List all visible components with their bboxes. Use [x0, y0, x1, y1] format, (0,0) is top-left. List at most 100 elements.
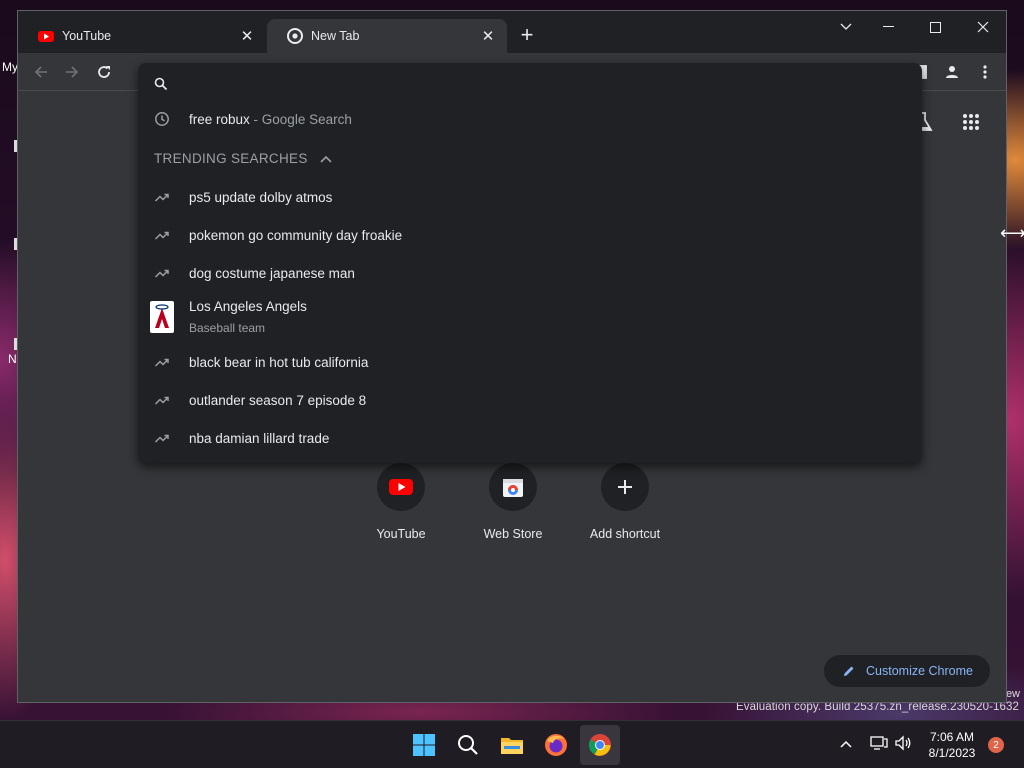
- trending-suggestion[interactable]: outlander season 7 episode 8: [138, 390, 922, 410]
- windows-logo-icon: [413, 734, 435, 756]
- trending-up-icon: [154, 396, 169, 405]
- omnibox-dropdown: free robux - Google Search TRENDING SEAR…: [138, 63, 922, 463]
- suggestion-text: ps5 update dolby atmos: [189, 189, 333, 205]
- resize-cursor-icon: ⟷: [1000, 223, 1024, 243]
- chrome-taskbar-button[interactable]: [580, 725, 620, 765]
- desktop-corner-text: ew: [1005, 688, 1020, 700]
- shortcut-label: Web Store: [483, 527, 543, 541]
- trending-suggestion[interactable]: ps5 update dolby atmos: [138, 187, 922, 207]
- forward-button[interactable]: [61, 61, 83, 83]
- shortcut-add[interactable]: Add shortcut: [570, 463, 680, 541]
- search-icon: [154, 77, 168, 91]
- firefox-icon: [545, 734, 567, 756]
- trending-suggestion[interactable]: pokemon go community day froakie: [138, 225, 922, 245]
- shortcut-tile: [377, 463, 425, 511]
- volume-icon[interactable]: [894, 735, 912, 756]
- shortcut-youtube[interactable]: YouTube: [346, 463, 456, 541]
- close-icon[interactable]: ✕: [238, 27, 256, 45]
- minimize-icon: [882, 26, 894, 27]
- trending-suggestion-entity[interactable]: Los Angeles Angels Baseball team: [138, 299, 922, 335]
- trending-suggestion[interactable]: black bear in hot tub california: [138, 352, 922, 372]
- show-hidden-icons-button[interactable]: [840, 735, 852, 753]
- shortcut-web-store[interactable]: Web Store: [458, 463, 568, 541]
- tab-new-tab[interactable]: New Tab ✕: [267, 19, 507, 53]
- apps-grid-icon[interactable]: [962, 113, 980, 136]
- back-arrow-icon: [34, 66, 47, 78]
- firefox-button[interactable]: [542, 731, 570, 759]
- clock-time: 7:06 AM: [929, 730, 975, 744]
- youtube-icon: [38, 31, 54, 42]
- trending-up-icon: [154, 193, 169, 202]
- tab-search-button[interactable]: [826, 15, 866, 39]
- profile-button[interactable]: [941, 61, 963, 83]
- angels-logo-icon: [150, 301, 174, 333]
- close-window-button[interactable]: [963, 15, 1003, 39]
- history-clock-icon: [155, 112, 169, 126]
- omnibox-input[interactable]: [180, 76, 880, 92]
- close-icon: [977, 21, 989, 33]
- shortcut-label: YouTube: [376, 527, 426, 541]
- search-icon: [458, 735, 478, 755]
- shortcut-tile: [601, 463, 649, 511]
- profile-icon: [946, 66, 958, 78]
- suggestion-text: black bear in hot tub california: [189, 354, 369, 370]
- clock-date: 8/1/2023: [928, 746, 976, 760]
- tab-title: YouTube: [62, 29, 112, 43]
- taskbar-clock[interactable]: 7:06 AM 8/1/2023: [920, 729, 984, 761]
- tab-youtube[interactable]: YouTube ✕: [18, 19, 266, 53]
- network-icon[interactable]: [870, 735, 888, 756]
- suggestion-text: free robux: [189, 111, 250, 127]
- pencil-icon: [844, 666, 854, 676]
- search-button[interactable]: [454, 731, 482, 759]
- youtube-icon: [389, 479, 413, 495]
- forward-arrow-icon: [66, 66, 79, 78]
- desktop-icon-label[interactable]: My: [2, 60, 18, 74]
- tab-strip: YouTube ✕ New Tab ✕ +: [18, 11, 1006, 53]
- suggestion-text: Los Angeles Angels: [189, 299, 307, 314]
- trending-header-label: TRENDING SEARCHES: [154, 151, 308, 166]
- suggestion-suffix: - Google Search: [249, 111, 352, 127]
- folder-icon: [501, 738, 523, 754]
- shortcut-tile: [489, 463, 537, 511]
- close-icon[interactable]: ✕: [479, 27, 497, 45]
- start-button[interactable]: [410, 731, 438, 759]
- trending-up-icon: [154, 269, 169, 278]
- trending-up-icon: [154, 358, 169, 367]
- shortcut-label: Add shortcut: [589, 527, 661, 541]
- plus-icon: [618, 480, 632, 494]
- web-store-icon: [503, 479, 523, 497]
- chrome-window: YouTube ✕ New Tab ✕ + YouTube Web Store …: [17, 10, 1007, 703]
- trending-up-icon: [154, 434, 169, 443]
- chevron-down-icon: [840, 23, 852, 30]
- desktop-icon-label[interactable]: N: [8, 352, 17, 366]
- suggestion-subtitle: Baseball team: [189, 321, 266, 335]
- back-button[interactable]: [30, 61, 52, 83]
- trending-searches-header[interactable]: TRENDING SEARCHES: [154, 151, 332, 166]
- new-tab-button[interactable]: +: [516, 24, 538, 47]
- minimize-button[interactable]: [868, 15, 908, 39]
- trending-suggestion[interactable]: dog costume japanese man: [138, 263, 922, 283]
- trending-suggestion[interactable]: nba damian lillard trade: [138, 428, 922, 448]
- suggestion-text: outlander season 7 episode 8: [189, 392, 367, 408]
- suggestion-text: pokemon go community day froakie: [189, 227, 403, 243]
- chrome-icon: [589, 734, 611, 756]
- chevron-up-icon: [840, 740, 852, 748]
- omnibox[interactable]: [154, 73, 914, 95]
- kebab-menu-icon: [983, 65, 987, 79]
- chrome-icon: [287, 28, 303, 44]
- trending-up-icon: [154, 231, 169, 240]
- chevron-up-icon[interactable]: [320, 155, 332, 163]
- suggestion-text: dog costume japanese man: [189, 265, 355, 281]
- notification-badge[interactable]: 2: [988, 737, 1004, 753]
- reload-button[interactable]: [93, 61, 115, 83]
- file-explorer-button[interactable]: [498, 731, 526, 759]
- tab-title: New Tab: [311, 29, 360, 43]
- menu-button[interactable]: [974, 61, 996, 83]
- suggestion-history[interactable]: free robux - Google Search: [138, 109, 922, 129]
- maximize-button[interactable]: [915, 15, 955, 39]
- suggestion-text: nba damian lillard trade: [189, 430, 330, 446]
- maximize-icon: [929, 21, 941, 33]
- customize-label: Customize Chrome: [866, 664, 973, 678]
- customize-chrome-button[interactable]: Customize Chrome: [824, 655, 990, 687]
- reload-icon: [98, 66, 110, 78]
